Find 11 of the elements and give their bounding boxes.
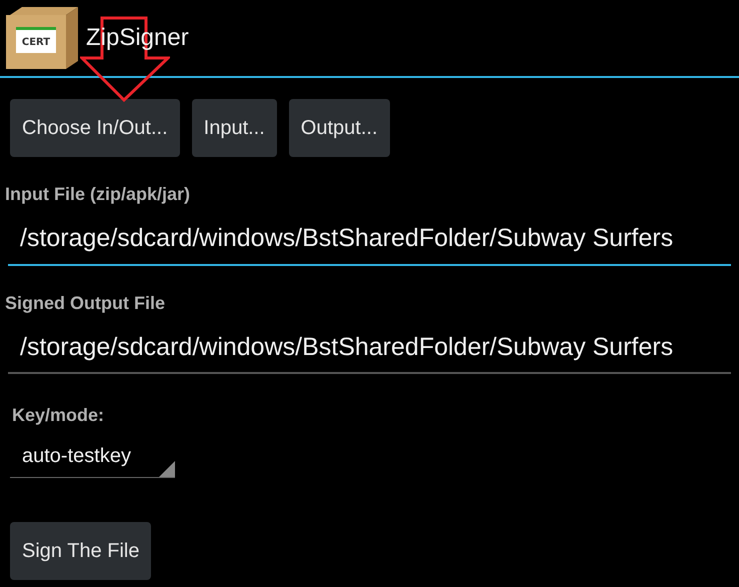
dropdown-corner-icon (159, 461, 175, 477)
text-field[interactable]: /storage/sdcard/windows/BstSharedFolder/Subway Surfers (8, 220, 731, 266)
sign-button[interactable]: Sign The File (10, 522, 152, 580)
action-button[interactable]: Input... (192, 99, 277, 157)
text-field[interactable]: /storage/sdcard/windows/BstSharedFolder/Subway Surfers (8, 328, 731, 374)
action-button[interactable]: Output... (288, 99, 390, 157)
key-mode-label: Key/mode: (11, 404, 106, 427)
action-button[interactable]: Choose In/Out... (10, 99, 180, 157)
field-label: Input File (zip/apk/jar) (4, 183, 192, 206)
field-label: Signed Output File (4, 292, 166, 315)
key-mode-dropdown[interactable]: auto-testkey (10, 441, 175, 478)
